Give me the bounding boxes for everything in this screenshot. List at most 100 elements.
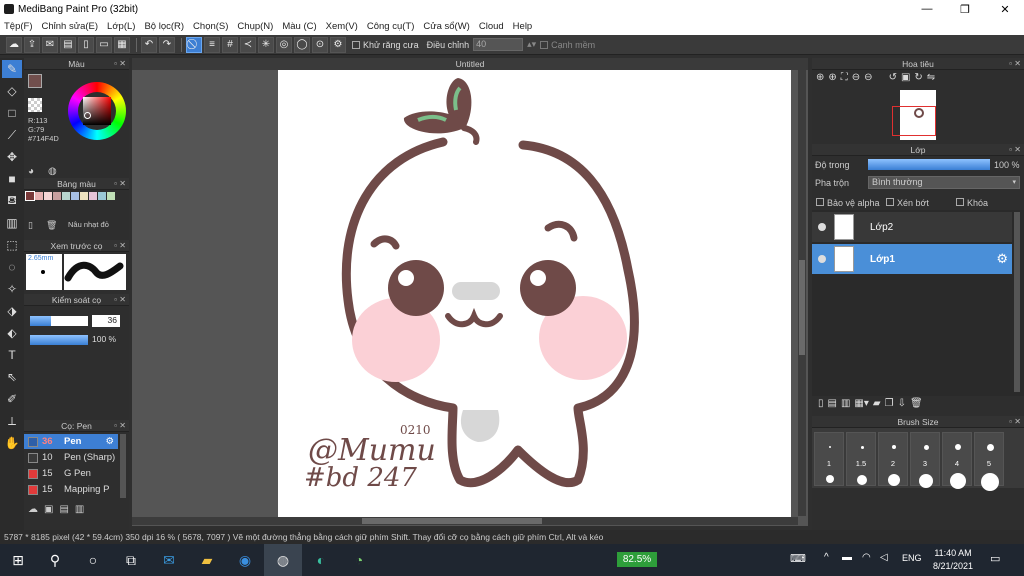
copy-brush-icon[interactable]: ▤ [59, 504, 68, 520]
lock-option[interactable]: Khóa [956, 198, 988, 208]
zoom-in-alt-icon[interactable]: ⊕ [828, 72, 836, 84]
close-icon[interactable]: ✕ [1014, 144, 1021, 156]
color-square[interactable] [83, 97, 111, 125]
close-icon[interactable]: ✕ [1014, 58, 1021, 70]
chat-icon[interactable]: ▤ [60, 36, 76, 53]
close-icon[interactable]: ✕ [119, 240, 126, 252]
operation-tool-icon[interactable]: ⇖ [2, 368, 22, 386]
select-eraser-icon[interactable]: ⬖ [2, 324, 22, 342]
duplicate-layer-icon[interactable]: ❐ [885, 398, 894, 410]
menu-help[interactable]: Help [513, 21, 533, 32]
language-indicator[interactable]: ENG [902, 553, 922, 563]
canvas-paper[interactable]: @Mumu #bd 247 0210 [278, 70, 791, 517]
palette-icon[interactable]: ◕ [28, 166, 42, 178]
color-wheel[interactable] [68, 82, 126, 140]
palette-swatch[interactable] [107, 192, 115, 200]
menu-tools[interactable]: Công cụ(T) [367, 21, 415, 32]
fit-icon[interactable]: ⛶ [841, 72, 848, 84]
rotate-right-icon[interactable]: ↻ [914, 72, 922, 84]
rotate-left-icon[interactable]: ↺ [889, 72, 897, 84]
lasso-tool-icon[interactable]: ◌ [2, 258, 22, 276]
antialias-checkbox[interactable] [352, 40, 360, 49]
close-icon[interactable]: ✕ [119, 420, 126, 432]
navigator-viewport[interactable] [892, 106, 936, 136]
palette-swatch[interactable] [44, 192, 52, 200]
mail-icon[interactable]: ✉ [150, 544, 188, 576]
chevron-up-icon[interactable]: ^ [824, 552, 829, 563]
select-tool-icon[interactable]: ⬚ [2, 236, 22, 254]
brush-size-cell[interactable]: 1 [814, 432, 844, 486]
page-icon[interactable]: ▯ [78, 36, 94, 53]
merge-down-icon[interactable]: ⇩ [898, 398, 906, 410]
menu-capture[interactable]: Chụp(N) [237, 21, 273, 32]
pages-icon[interactable]: ▭ [96, 36, 112, 53]
menu-select[interactable]: Chọn(S) [193, 21, 228, 32]
zoom-out-alt-icon[interactable]: ⊖ [864, 72, 872, 84]
bucket-tool-icon[interactable]: ⛾ [2, 192, 22, 210]
menu-layer[interactable]: Lớp(L) [107, 21, 135, 32]
protect-alpha-option[interactable]: Bảo vệ alpha [816, 198, 880, 208]
new-8bit-layer-icon[interactable]: ▥ [841, 398, 850, 410]
minimize-button[interactable]: — [908, 0, 946, 18]
divide-tool-icon[interactable]: ✐ [2, 390, 22, 408]
settings-icon[interactable]: ⚙ [330, 36, 346, 53]
folder-icon[interactable]: ▰ [873, 398, 881, 410]
move-tool-icon[interactable]: ✥ [2, 148, 22, 166]
clipping-option[interactable]: Xén bớt [886, 198, 929, 208]
soft-edge-checkbox[interactable] [540, 40, 549, 49]
eraser-tool-icon[interactable]: ◇ [2, 82, 22, 100]
close-icon[interactable]: ✕ [119, 58, 126, 70]
hand-tool-icon[interactable]: ✋ [2, 434, 22, 452]
brush-size-cell[interactable]: 3 [910, 432, 940, 488]
battery-icon[interactable]: ▬ [842, 552, 852, 563]
delete-layer-icon[interactable]: 🗑 [910, 398, 923, 410]
fill-rect-tool-icon[interactable]: ■ [2, 170, 22, 188]
blend-select[interactable]: Bình thường ▾ [868, 176, 1020, 189]
float-icon[interactable]: ▫ [114, 420, 117, 432]
color-picker-marker[interactable] [84, 112, 91, 119]
close-icon[interactable]: ✕ [119, 178, 126, 190]
grid-icon[interactable]: ▦ [114, 36, 130, 53]
vertical-scrollbar[interactable] [798, 70, 806, 516]
menu-filter[interactable]: Bộ lọc(R) [144, 21, 184, 32]
ruler-off-icon[interactable]: ⃠ [186, 36, 202, 53]
close-icon[interactable]: ✕ [1014, 416, 1021, 428]
notification-icon[interactable]: ▭ [990, 552, 1000, 565]
palette-swatch[interactable] [25, 191, 35, 201]
new-halftone-layer-icon[interactable]: ▤ [828, 398, 837, 410]
clock[interactable]: 11:40 AM 8/21/2021 [928, 547, 978, 573]
gear-icon[interactable]: ⚙ [105, 436, 114, 447]
document-tab[interactable]: Untitled [132, 58, 808, 70]
menu-edit[interactable]: Chỉnh sửa(E) [42, 21, 99, 32]
keyboard-icon[interactable]: ⌨ [790, 552, 806, 565]
app-taskbar-icon[interactable]: ◔ [340, 544, 378, 576]
redo-icon[interactable]: ↷ [159, 36, 175, 53]
stepper-icon[interactable]: ▴▾ [527, 39, 536, 50]
float-icon[interactable]: ▫ [1009, 144, 1012, 156]
grid-ruler-icon[interactable]: # [222, 36, 238, 53]
palette-swatch[interactable] [53, 192, 61, 200]
new-palette-icon[interactable]: ▯ [28, 220, 33, 231]
palette-alt-icon[interactable]: ◍ [48, 166, 62, 178]
palette-swatch[interactable] [71, 192, 79, 200]
cloud-brush-icon[interactable]: ☁ [28, 504, 38, 520]
add-layer-menu-icon[interactable]: ▦▾ [854, 398, 868, 410]
menu-cloud[interactable]: Cloud [479, 21, 504, 32]
brush-size-cell[interactable]: 2 [878, 432, 908, 486]
visibility-icon[interactable] [818, 223, 826, 231]
brush-settings-icon[interactable]: ▥ [75, 504, 84, 520]
brush-opacity-slider[interactable] [30, 335, 88, 345]
text-tool-icon[interactable]: T [2, 346, 22, 364]
transparent-swatch[interactable] [28, 98, 42, 112]
layer-opacity-slider[interactable] [868, 159, 990, 170]
eyedropper-icon[interactable]: ⟂ [2, 412, 22, 430]
cortana-icon[interactable]: ○ [74, 544, 112, 576]
brush-size-slider[interactable] [30, 316, 88, 326]
visibility-icon[interactable] [818, 255, 826, 263]
zalo-icon[interactable]: ◉ [226, 544, 264, 576]
float-icon[interactable]: ▫ [114, 58, 117, 70]
rect-tool-icon[interactable]: □ [2, 104, 22, 122]
palette-swatch[interactable] [89, 192, 97, 200]
navigator-preview[interactable] [812, 86, 1024, 144]
radial-icon[interactable]: ✳ [258, 36, 274, 53]
